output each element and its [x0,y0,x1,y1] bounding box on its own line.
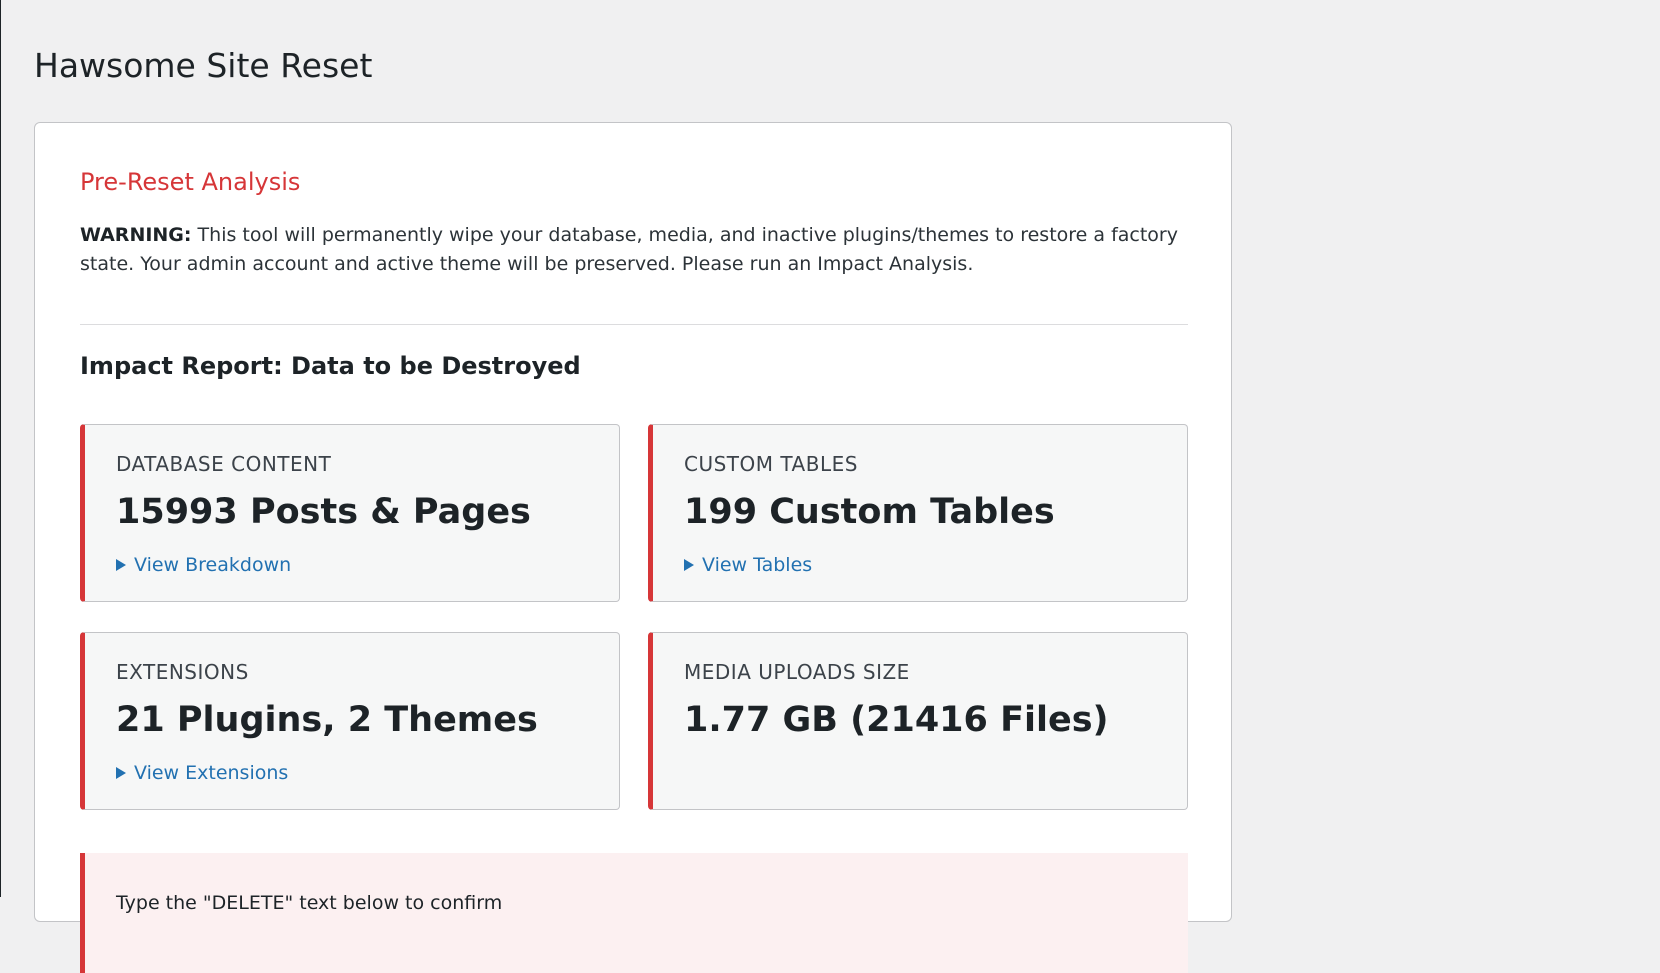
card-label: DATABASE CONTENT [116,452,332,476]
warning-label: WARNING: [80,224,192,246]
disclosure-triangle-icon [116,767,126,779]
page-title: Hawsome Site Reset [34,46,373,85]
divider [80,324,1188,325]
window-edge [0,0,1,897]
view-extensions-toggle[interactable]: View Extensions [116,761,288,785]
view-tables-toggle[interactable]: View Tables [684,553,812,577]
disclosure-triangle-icon [116,559,126,571]
card-value: 21 Plugins, 2 Themes [116,700,538,740]
disclosure-triangle-icon [684,559,694,571]
warning-message: WARNING: This tool will permanently wipe… [80,221,1188,279]
card-database-content: DATABASE CONTENT 15993 Posts & Pages Vie… [80,424,620,602]
card-media-uploads: MEDIA UPLOADS SIZE 1.77 GB (21416 Files) [648,632,1188,810]
card-label: CUSTOM TABLES [684,452,858,476]
verification-instructions: Type the "DELETE" text below to confirm [116,892,503,914]
card-value: 1.77 GB (21416 Files) [684,700,1109,740]
toggle-label: View Extensions [134,762,289,784]
toggle-label: View Breakdown [134,554,292,576]
section-title: Pre-Reset Analysis [80,168,301,196]
card-extensions: EXTENSIONS 21 Plugins, 2 Themes View Ext… [80,632,620,810]
card-value: 199 Custom Tables [684,492,1055,532]
reset-panel: Pre-Reset Analysis WARNING: This tool wi… [34,122,1232,973]
card-label: MEDIA UPLOADS SIZE [684,660,910,684]
card-value: 15993 Posts & Pages [116,492,531,532]
card-custom-tables: CUSTOM TABLES 199 Custom Tables View Tab… [648,424,1188,602]
card-label: EXTENSIONS [116,660,249,684]
impact-report-title: Impact Report: Data to be Destroyed [80,352,581,380]
toggle-label: View Tables [702,554,813,576]
warning-body: This tool will permanently wipe your dat… [80,224,1178,275]
view-breakdown-toggle[interactable]: View Breakdown [116,553,291,577]
final-verification-box: Type the "DELETE" text below to confirm [80,853,1188,973]
